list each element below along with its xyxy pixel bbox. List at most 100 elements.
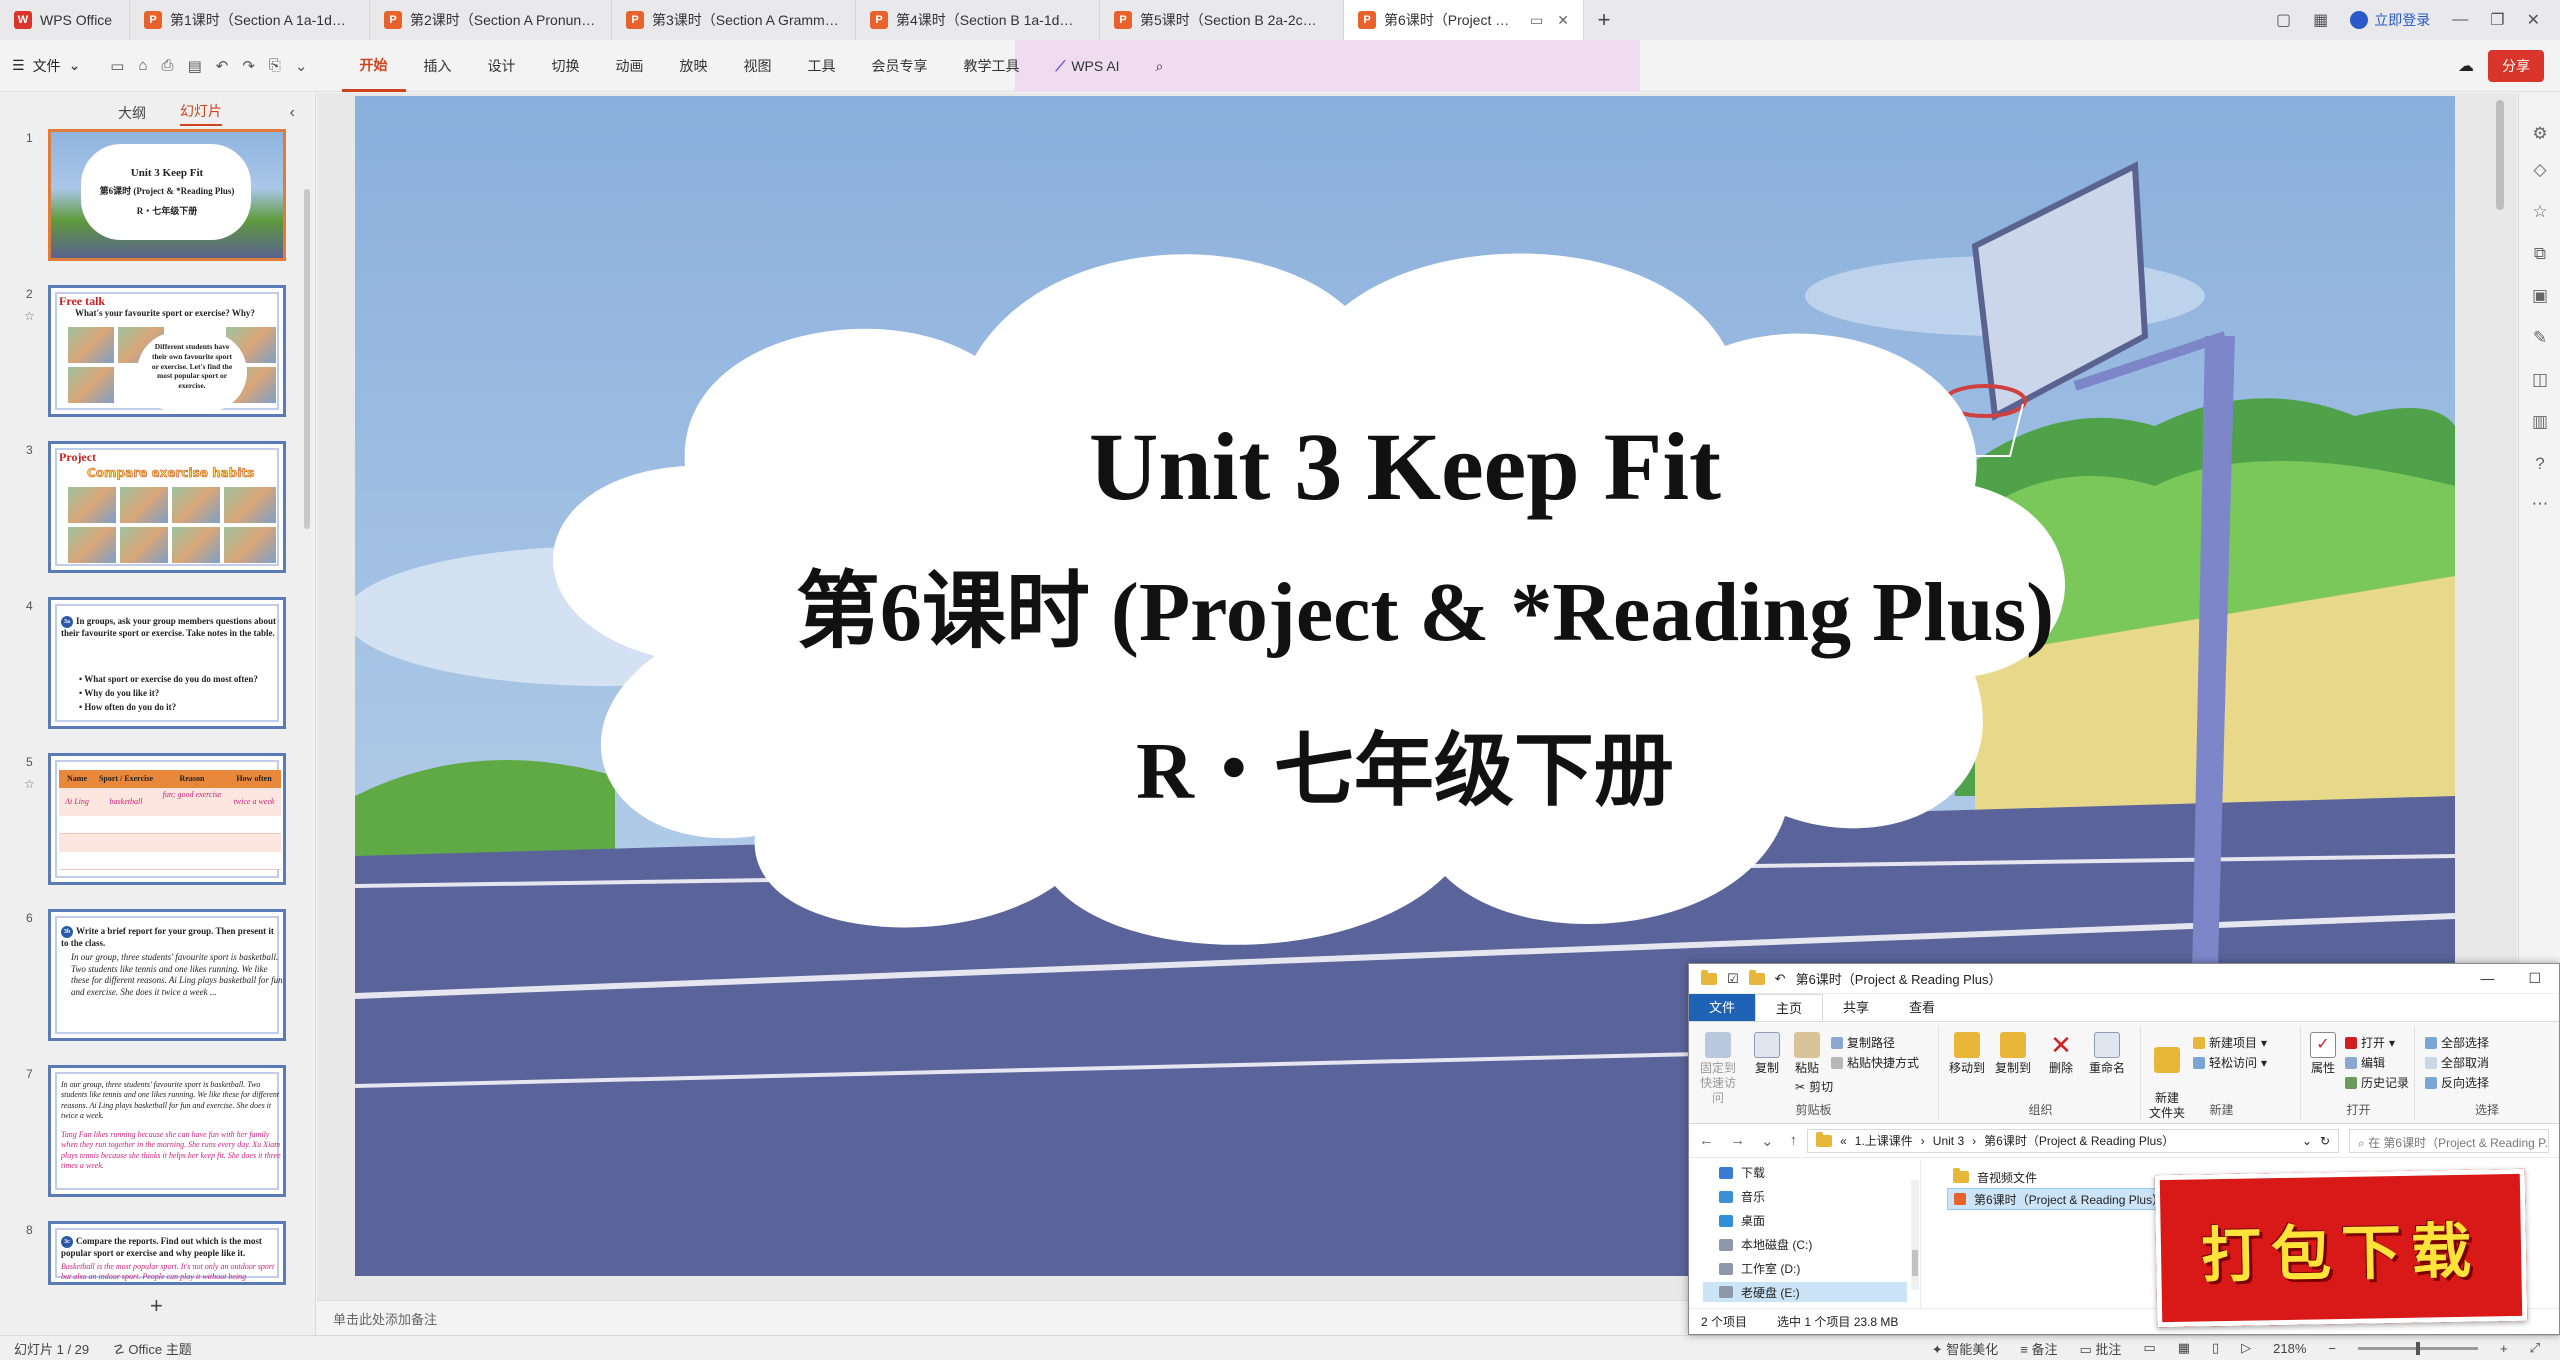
paste-shortcut-button[interactable]: 粘贴快捷方式 xyxy=(1831,1054,1919,1071)
format-painter-icon[interactable]: ⎘ xyxy=(269,57,281,74)
slide-thumbnail-8[interactable]: 3c Compare the reports. Find out which is… xyxy=(48,1221,286,1285)
menu-animation[interactable]: 动画 xyxy=(598,40,662,92)
tab-wps-office[interactable]: W WPS Office xyxy=(0,0,130,40)
ex-tab-view[interactable]: 查看 xyxy=(1889,994,1955,1021)
edit-button[interactable]: 编辑 xyxy=(2345,1054,2385,1071)
invert-selection-button[interactable]: 反向选择 xyxy=(2425,1074,2489,1091)
redo-icon[interactable]: ↷ xyxy=(242,57,255,75)
magic-icon[interactable]: ✎ xyxy=(2529,327,2551,349)
download-package-banner[interactable]: 打包下载 xyxy=(2154,1168,2528,1328)
restore-icon[interactable]: ❐ xyxy=(2490,10,2504,30)
chevron-down-icon[interactable]: ⌄ xyxy=(295,57,308,75)
fit-window-icon[interactable]: ⤢ xyxy=(2530,1340,2540,1356)
new-folder-qa-icon[interactable] xyxy=(1748,969,1765,985)
properties-qa-icon[interactable]: ☑ xyxy=(1727,971,1739,987)
panel-scrollbar[interactable] xyxy=(304,189,310,529)
layers-icon[interactable]: ◫ xyxy=(2529,369,2551,391)
cut-button[interactable]: ✂ 剪切 xyxy=(1795,1078,1833,1095)
slide-thumbnail-4[interactable]: 3a In groups, ask your group members ques… xyxy=(48,597,286,729)
slide-thumbnail-6[interactable]: 3b Write a brief report for your group. T… xyxy=(48,909,286,1041)
undo-qa-icon[interactable]: ↶ xyxy=(1775,971,1786,987)
tab-lesson-6[interactable]: P 第6课时（Project & Reading ▭ ✕ xyxy=(1344,0,1584,40)
tab-lesson-4[interactable]: P 第4课时（Section B 1a-1d）.pptx xyxy=(856,0,1100,40)
save-icon[interactable]: ▭ xyxy=(110,57,124,75)
address-dropdown-icon[interactable]: ⌄ xyxy=(2302,1134,2312,1148)
nav-item-drive-d[interactable]: 工作室 (D:) xyxy=(1719,1260,1800,1277)
zoom-level[interactable]: 218% xyxy=(2273,1341,2306,1356)
collapse-panel-icon[interactable]: ‹ xyxy=(290,104,295,122)
menu-member[interactable]: 会员专享 xyxy=(854,40,946,92)
ex-tab-file[interactable]: 文件 xyxy=(1689,994,1756,1021)
settings-icon[interactable]: ⚙ xyxy=(2529,123,2551,145)
select-all-button[interactable]: 全部选择 xyxy=(2425,1034,2489,1051)
file-item-folder[interactable]: 音视频文件 xyxy=(1947,1166,2171,1188)
slide-grade[interactable]: R・七年级下册 xyxy=(355,706,2455,822)
slide-thumbnail-1[interactable]: Unit 3 Keep Fit 第6课时 (Project & *Reading… xyxy=(48,129,286,261)
breadcrumb-overflow[interactable]: « xyxy=(1840,1134,1847,1148)
refresh-icon[interactable]: ↻ xyxy=(2320,1134,2330,1148)
zoom-in-icon[interactable]: + xyxy=(2500,1341,2508,1356)
menu-home[interactable]: 开始 xyxy=(341,40,406,92)
file-item-pptx[interactable]: 第6课时（Project & Reading Plus） xyxy=(1947,1188,2172,1210)
menu-design[interactable]: 设计 xyxy=(470,40,534,92)
forward-icon[interactable]: → xyxy=(1730,1132,1745,1150)
window-icon[interactable]: ▭ xyxy=(1530,12,1543,29)
nav-item-desktop[interactable]: 桌面 xyxy=(1719,1212,1765,1229)
normal-view-icon[interactable]: ▭ xyxy=(2143,1340,2155,1356)
select-none-button[interactable]: 全部取消 xyxy=(2425,1054,2489,1071)
slide-thumbnail-3[interactable]: Project Compare exercise habits xyxy=(48,441,286,573)
nav-item-downloads[interactable]: 下载 xyxy=(1719,1164,1765,1181)
open-icon[interactable]: ⌂ xyxy=(138,57,147,74)
panel-icon[interactable]: ▥ xyxy=(2529,411,2551,433)
back-icon[interactable]: ← xyxy=(1699,1132,1714,1150)
image-icon[interactable]: ▣ xyxy=(2529,285,2551,307)
star-icon[interactable]: ☆ xyxy=(2529,201,2551,223)
layout-icon[interactable]: ▢ xyxy=(2276,10,2291,30)
recent-icon[interactable]: ⌄ xyxy=(1761,1132,1774,1150)
undo-icon[interactable]: ↶ xyxy=(216,57,229,75)
tab-lesson-2[interactable]: P 第2课时（Section A Pronunciation xyxy=(370,0,612,40)
tab-lesson-3[interactable]: P 第3课时（Section A Grammar Focu xyxy=(612,0,856,40)
minimize-icon[interactable]: — xyxy=(2452,11,2468,29)
menu-transition[interactable]: 切换 xyxy=(534,40,598,92)
new-tab-button[interactable]: + xyxy=(1584,0,1624,40)
menu-wps-ai[interactable]: ⟋ WPS AI xyxy=(1038,40,1138,92)
search-icon[interactable]: ⌕ xyxy=(1138,40,1182,92)
tab-slides[interactable]: 幻灯片 xyxy=(180,101,222,126)
share-button[interactable]: 分享 xyxy=(2488,49,2544,82)
zoom-out-icon[interactable]: − xyxy=(2328,1341,2336,1356)
slide-thumbnail-5[interactable]: Name Sport / Exercise Reason How often A… xyxy=(48,753,286,885)
close-window-icon[interactable]: ✕ xyxy=(2527,10,2540,30)
copy-to-button[interactable]: 复制到 xyxy=(1991,1032,2035,1076)
notes-toggle[interactable]: ≡ 备注 xyxy=(2020,1339,2057,1358)
zoom-slider[interactable] xyxy=(2358,1341,2478,1355)
move-to-button[interactable]: 移动到 xyxy=(1945,1032,1989,1076)
shapes-icon[interactable]: ◇ xyxy=(2529,159,2551,181)
easy-access-button[interactable]: 轻松访问 ▾ xyxy=(2193,1054,2267,1071)
slide-title[interactable]: Unit 3 Keep Fit xyxy=(355,411,2455,522)
copy-path-button[interactable]: 复制路径 xyxy=(1831,1034,1895,1051)
file-menu[interactable]: ☰ 文件 ⌄ xyxy=(0,56,96,76)
sorter-view-icon[interactable]: ▦ xyxy=(2178,1340,2190,1356)
copy-button[interactable]: 复制 xyxy=(1749,1032,1785,1076)
reading-view-icon[interactable]: ▯ xyxy=(2212,1340,2219,1356)
print-icon[interactable]: ⎙ xyxy=(162,57,174,74)
menu-teaching-tools[interactable]: 教学工具 xyxy=(946,40,1038,92)
tab-outline[interactable]: 大纲 xyxy=(118,103,146,123)
search-box[interactable]: ⌕ 在 第6课时（Project & Reading P... xyxy=(2349,1128,2549,1153)
vertical-scrollbar[interactable] xyxy=(2496,100,2504,210)
menu-slideshow[interactable]: 放映 xyxy=(662,40,726,92)
history-button[interactable]: 历史记录 xyxy=(2345,1074,2409,1091)
up-icon[interactable]: ↑ xyxy=(1790,1132,1798,1150)
copy-icon[interactable]: ⧉ xyxy=(2529,243,2551,265)
print-preview-icon[interactable]: ▤ xyxy=(188,57,202,75)
properties-button[interactable]: ✓ 属性 xyxy=(2305,1032,2341,1076)
nav-scrollbar[interactable] xyxy=(1911,1180,1919,1290)
menu-tools[interactable]: 工具 xyxy=(790,40,854,92)
comments-toggle[interactable]: ▭ 批注 xyxy=(2079,1339,2121,1358)
new-item-button[interactable]: 新建项目 ▾ xyxy=(2193,1034,2267,1051)
smart-beautify-button[interactable]: ✦ 智能美化 xyxy=(1932,1339,1999,1358)
nav-item-drive-e[interactable]: 老硬盘 (E:) xyxy=(1703,1282,1907,1302)
paste-button[interactable]: 粘贴 xyxy=(1789,1032,1825,1076)
address-bar[interactable]: « 1.上课课件 › Unit 3 › 第6课时（Project & Readi… xyxy=(1807,1128,2339,1153)
